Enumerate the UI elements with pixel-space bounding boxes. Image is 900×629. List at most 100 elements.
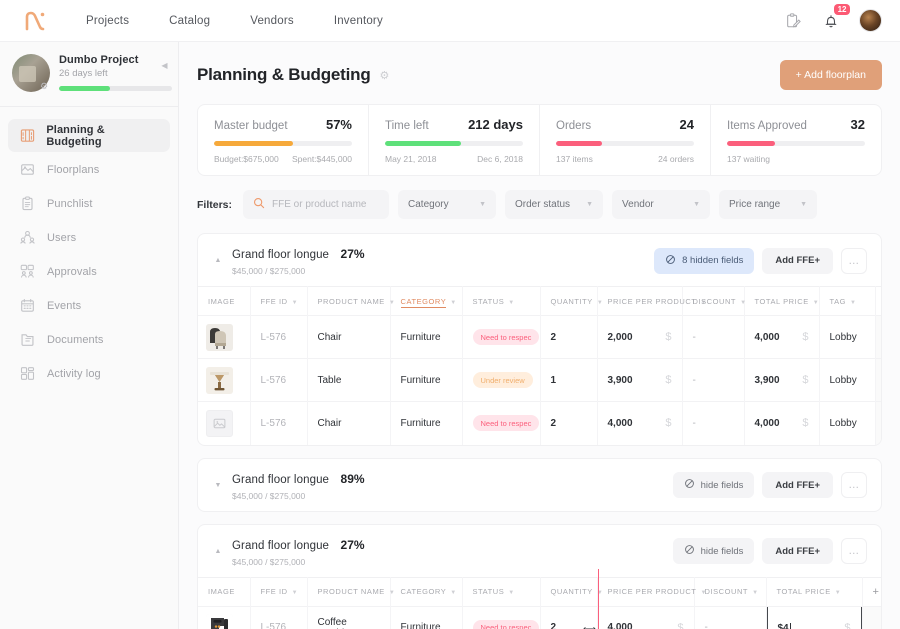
table-row[interactable]: L-576 Chair Furniture Need to respec 2 2… bbox=[198, 316, 882, 359]
section-more-button[interactable]: … bbox=[841, 538, 867, 564]
nav-catalog[interactable]: Catalog bbox=[169, 15, 210, 27]
column-header-product-name[interactable]: PRODUCT NAME▼ bbox=[307, 577, 390, 606]
stat-progress-bar bbox=[556, 141, 694, 146]
row-price-per-product: 3,900$ bbox=[597, 359, 682, 402]
status-badge: Need to respec bbox=[473, 329, 540, 345]
gear-icon[interactable]: ⚙ bbox=[40, 82, 49, 91]
clipboard-icon bbox=[19, 195, 36, 212]
row-category: Furniture bbox=[390, 316, 462, 359]
column-header-image[interactable]: IMAGE bbox=[198, 287, 250, 316]
filter-category[interactable]: Category ▼ bbox=[398, 190, 496, 219]
nav-vendors[interactable]: Vendors bbox=[250, 15, 294, 27]
currency-symbol: $ bbox=[665, 331, 671, 343]
column-header-image[interactable]: IMAGE bbox=[198, 577, 250, 606]
section-more-button[interactable]: … bbox=[841, 248, 867, 274]
section-more-button[interactable]: … bbox=[841, 472, 867, 498]
column-header-total-price[interactable]: TOTAL PRICE▼ bbox=[766, 577, 862, 606]
eye-off-icon bbox=[665, 254, 676, 268]
section-collapse-toggle[interactable]: ▲ bbox=[212, 257, 224, 264]
hidden-fields-button[interactable]: 8 hidden fields bbox=[654, 248, 754, 274]
stat-value: 32 bbox=[851, 117, 865, 132]
stat-card-items-approved: Items Approved 32 137 waiting bbox=[711, 105, 881, 175]
stat-foot-right: 24 orders bbox=[658, 154, 694, 164]
project-title: Dumbo Project bbox=[59, 54, 172, 66]
add-column-button[interactable]: + bbox=[862, 577, 882, 606]
coffee-machine-photo bbox=[206, 614, 233, 629]
sidebar-collapse-button[interactable]: ◀ bbox=[159, 60, 170, 71]
approvals-icon bbox=[19, 263, 36, 280]
column-header-product-name[interactable]: PRODUCT NAME▼ bbox=[307, 287, 390, 316]
gear-icon[interactable]: ⚙ bbox=[380, 69, 390, 82]
column-header-status[interactable]: STATUS▼ bbox=[462, 577, 540, 606]
table-photo bbox=[206, 367, 233, 394]
status-badge: Need to respec bbox=[473, 620, 540, 629]
filter-price-range[interactable]: Price range ▼ bbox=[719, 190, 817, 219]
sidebar-item-planning-budgeting[interactable]: Planning & Budgeting bbox=[8, 119, 170, 152]
section-budget: $45,000 / $275,000 bbox=[232, 557, 365, 567]
search-input[interactable] bbox=[272, 199, 379, 210]
column-header-price-per-product[interactable]: PRICE PER PRODUCT▼ bbox=[597, 287, 682, 316]
add-ffe-button[interactable]: Add FFE+ bbox=[762, 472, 833, 498]
hide-fields-button[interactable]: hide fields bbox=[673, 472, 755, 498]
column-header-quantity[interactable]: QUANTITY▼ bbox=[540, 287, 597, 316]
add-ffe-button[interactable]: Add FFE+ bbox=[762, 538, 833, 564]
column-header-status[interactable]: STATUS▼ bbox=[462, 287, 540, 316]
table-row[interactable]: L-576 Chair Furniture Need to respec 2 4… bbox=[198, 402, 882, 445]
stat-progress-bar bbox=[385, 141, 523, 146]
column-header-price-per-product[interactable]: PRICE PER PRODUCT▼ bbox=[597, 577, 694, 606]
nav-inventory[interactable]: Inventory bbox=[334, 15, 383, 27]
cell-editor[interactable]: $4 $ bbox=[767, 606, 862, 629]
row-total-price: 4,000$ bbox=[744, 316, 819, 359]
project-header[interactable]: ⚙ Dumbo Project 26 days left ◀ bbox=[0, 42, 178, 107]
sidebar-item-floorplans[interactable]: Floorplans bbox=[8, 153, 170, 186]
row-total-price: 3,900$ bbox=[744, 359, 819, 402]
column-header-ffe-id[interactable]: FFE ID▼ bbox=[250, 577, 307, 606]
add-column-button[interactable]: + bbox=[875, 287, 882, 316]
row-category: Furniture bbox=[390, 359, 462, 402]
main-content: Planning & Budgeting ⚙ + Add floorplan M… bbox=[179, 42, 900, 629]
column-resize-handle[interactable]: ⟷ bbox=[583, 624, 596, 629]
main-nav: Projects Catalog Vendors Inventory bbox=[86, 15, 383, 27]
section-collapse-toggle[interactable]: ▲ bbox=[212, 548, 224, 555]
ffe-table: IMAGE FFE ID▼ PRODUCT NAME▼ CATEGORY▼ ST… bbox=[198, 286, 882, 445]
add-ffe-button[interactable]: Add FFE+ bbox=[762, 248, 833, 274]
sidebar-item-users[interactable]: Users bbox=[8, 221, 170, 254]
sidebar-item-approvals[interactable]: Approvals bbox=[8, 255, 170, 288]
table-row[interactable]: L-576 Table Furniture Under review 1 3,9… bbox=[198, 359, 882, 402]
column-header-total-price[interactable]: TOTAL PRICE▼ bbox=[744, 287, 819, 316]
hide-fields-button[interactable]: hide fields bbox=[673, 538, 755, 564]
filter-order-status[interactable]: Order status ▼ bbox=[505, 190, 603, 219]
bell-icon[interactable]: 12 bbox=[821, 11, 841, 31]
row-image bbox=[198, 359, 250, 402]
column-header-discount[interactable]: DISCOUNT▼ bbox=[694, 577, 766, 606]
row-status: Need to respec bbox=[462, 316, 540, 359]
stat-foot-right: Dec 6, 2018 bbox=[477, 154, 523, 164]
nav-projects[interactable]: Projects bbox=[86, 15, 129, 27]
sidebar-item-documents[interactable]: Documents bbox=[8, 323, 170, 356]
clipboard-edit-icon[interactable] bbox=[783, 11, 803, 31]
eye-off-icon bbox=[684, 544, 695, 558]
column-header-category[interactable]: CATEGORY▼ bbox=[390, 287, 462, 316]
column-resize-line[interactable] bbox=[598, 569, 599, 629]
column-header-ffe-id[interactable]: FFE ID▼ bbox=[250, 287, 307, 316]
section-expand-toggle[interactable]: ▼ bbox=[212, 482, 224, 489]
sidebar-item-events[interactable]: Events bbox=[8, 289, 170, 322]
hidden-fields-label: 8 hidden fields bbox=[682, 255, 743, 266]
section-budget: $45,000 / $275,000 bbox=[232, 266, 365, 276]
add-floorplan-button[interactable]: + Add floorplan bbox=[780, 60, 882, 90]
table-row[interactable]: L-576 Coffee machine Furniture Need to r… bbox=[198, 606, 882, 629]
search-box[interactable] bbox=[243, 190, 389, 219]
row-total-price-editing[interactable]: $4 $ bbox=[766, 606, 862, 629]
column-header-discount[interactable]: DISCOUNT▼ bbox=[682, 287, 744, 316]
brand-logo-icon[interactable] bbox=[18, 11, 52, 31]
sidebar-item-activity-log[interactable]: Activity log bbox=[8, 357, 170, 390]
column-header-category[interactable]: CATEGORY▼ bbox=[390, 577, 462, 606]
floorplan-grid-icon bbox=[19, 127, 35, 144]
row-price-per-product: 2,000$ bbox=[597, 316, 682, 359]
column-header-tag[interactable]: TAG▼ bbox=[819, 287, 875, 316]
stat-foot-left: 137 waiting bbox=[727, 154, 770, 164]
avatar[interactable] bbox=[859, 9, 882, 32]
column-header-quantity[interactable]: QUANTITY▼ bbox=[540, 577, 597, 606]
sidebar-item-punchlist[interactable]: Punchlist bbox=[8, 187, 170, 220]
filter-vendor[interactable]: Vendor ▼ bbox=[612, 190, 710, 219]
